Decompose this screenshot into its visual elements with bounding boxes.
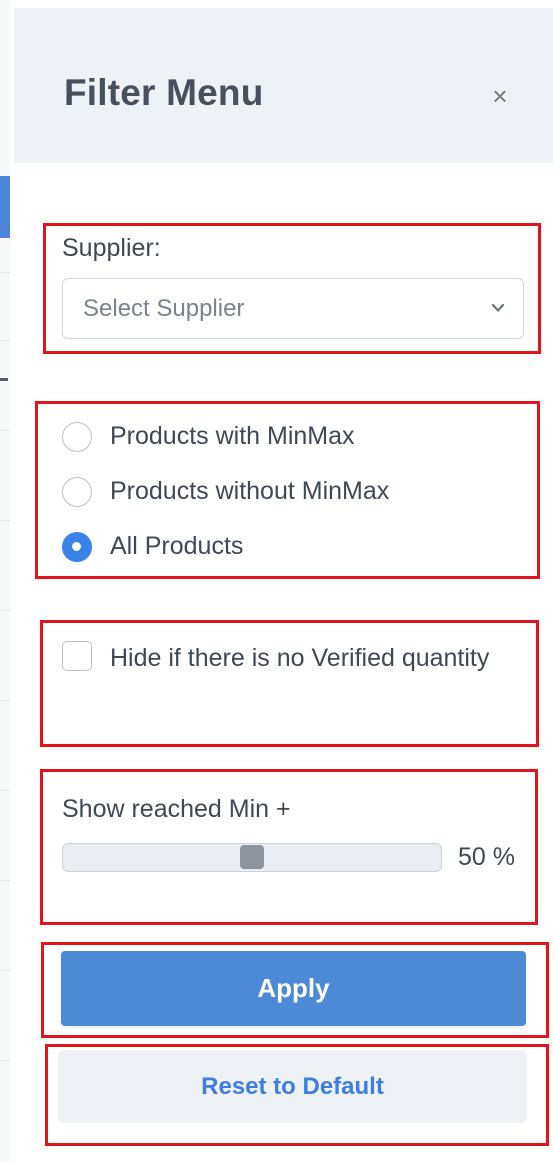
filter-panel: Filter Menu × Supplier: Select Supplier … (14, 0, 553, 1162)
apply-button[interactable]: Apply (61, 951, 526, 1026)
background-divider (0, 880, 10, 881)
hide-unverified-label: Hide if there is no Verified quantity (110, 644, 490, 672)
background-divider (0, 700, 10, 701)
background-divider (0, 272, 10, 273)
radio-label: Products without MinMax (110, 477, 390, 505)
background-accent-bar (0, 176, 10, 238)
background-divider (0, 1060, 10, 1061)
reset-to-default-button[interactable]: Reset to Default (58, 1050, 527, 1123)
radio-button[interactable] (62, 422, 92, 452)
hide-unverified-checkbox[interactable] (62, 641, 92, 671)
background-divider (0, 610, 10, 611)
panel-title: Filter Menu (64, 72, 264, 113)
close-icon[interactable]: × (486, 80, 514, 112)
radio-label: Products with MinMax (110, 422, 355, 450)
chevron-down-icon (491, 303, 505, 312)
background-divider (0, 520, 10, 521)
radio-button[interactable] (62, 477, 92, 507)
min-threshold-slider[interactable] (62, 843, 442, 872)
slider-value: 50 % (458, 843, 515, 871)
panel-header: Filter Menu × (14, 8, 553, 163)
radio-button-checked[interactable] (62, 532, 92, 562)
radio-label: All Products (110, 532, 244, 560)
supplier-select[interactable]: Select Supplier (62, 278, 524, 339)
supplier-select-placeholder: Select Supplier (83, 295, 245, 322)
background-divider (0, 970, 10, 971)
background-page-strip (0, 0, 10, 1162)
background-divider (0, 340, 10, 341)
min-threshold-label: Show reached Min + (62, 795, 291, 823)
background-divider (0, 430, 10, 431)
background-text-fragment (0, 378, 8, 381)
slider-thumb[interactable] (240, 845, 264, 869)
background-divider (0, 790, 10, 791)
supplier-label: Supplier: (62, 234, 161, 262)
